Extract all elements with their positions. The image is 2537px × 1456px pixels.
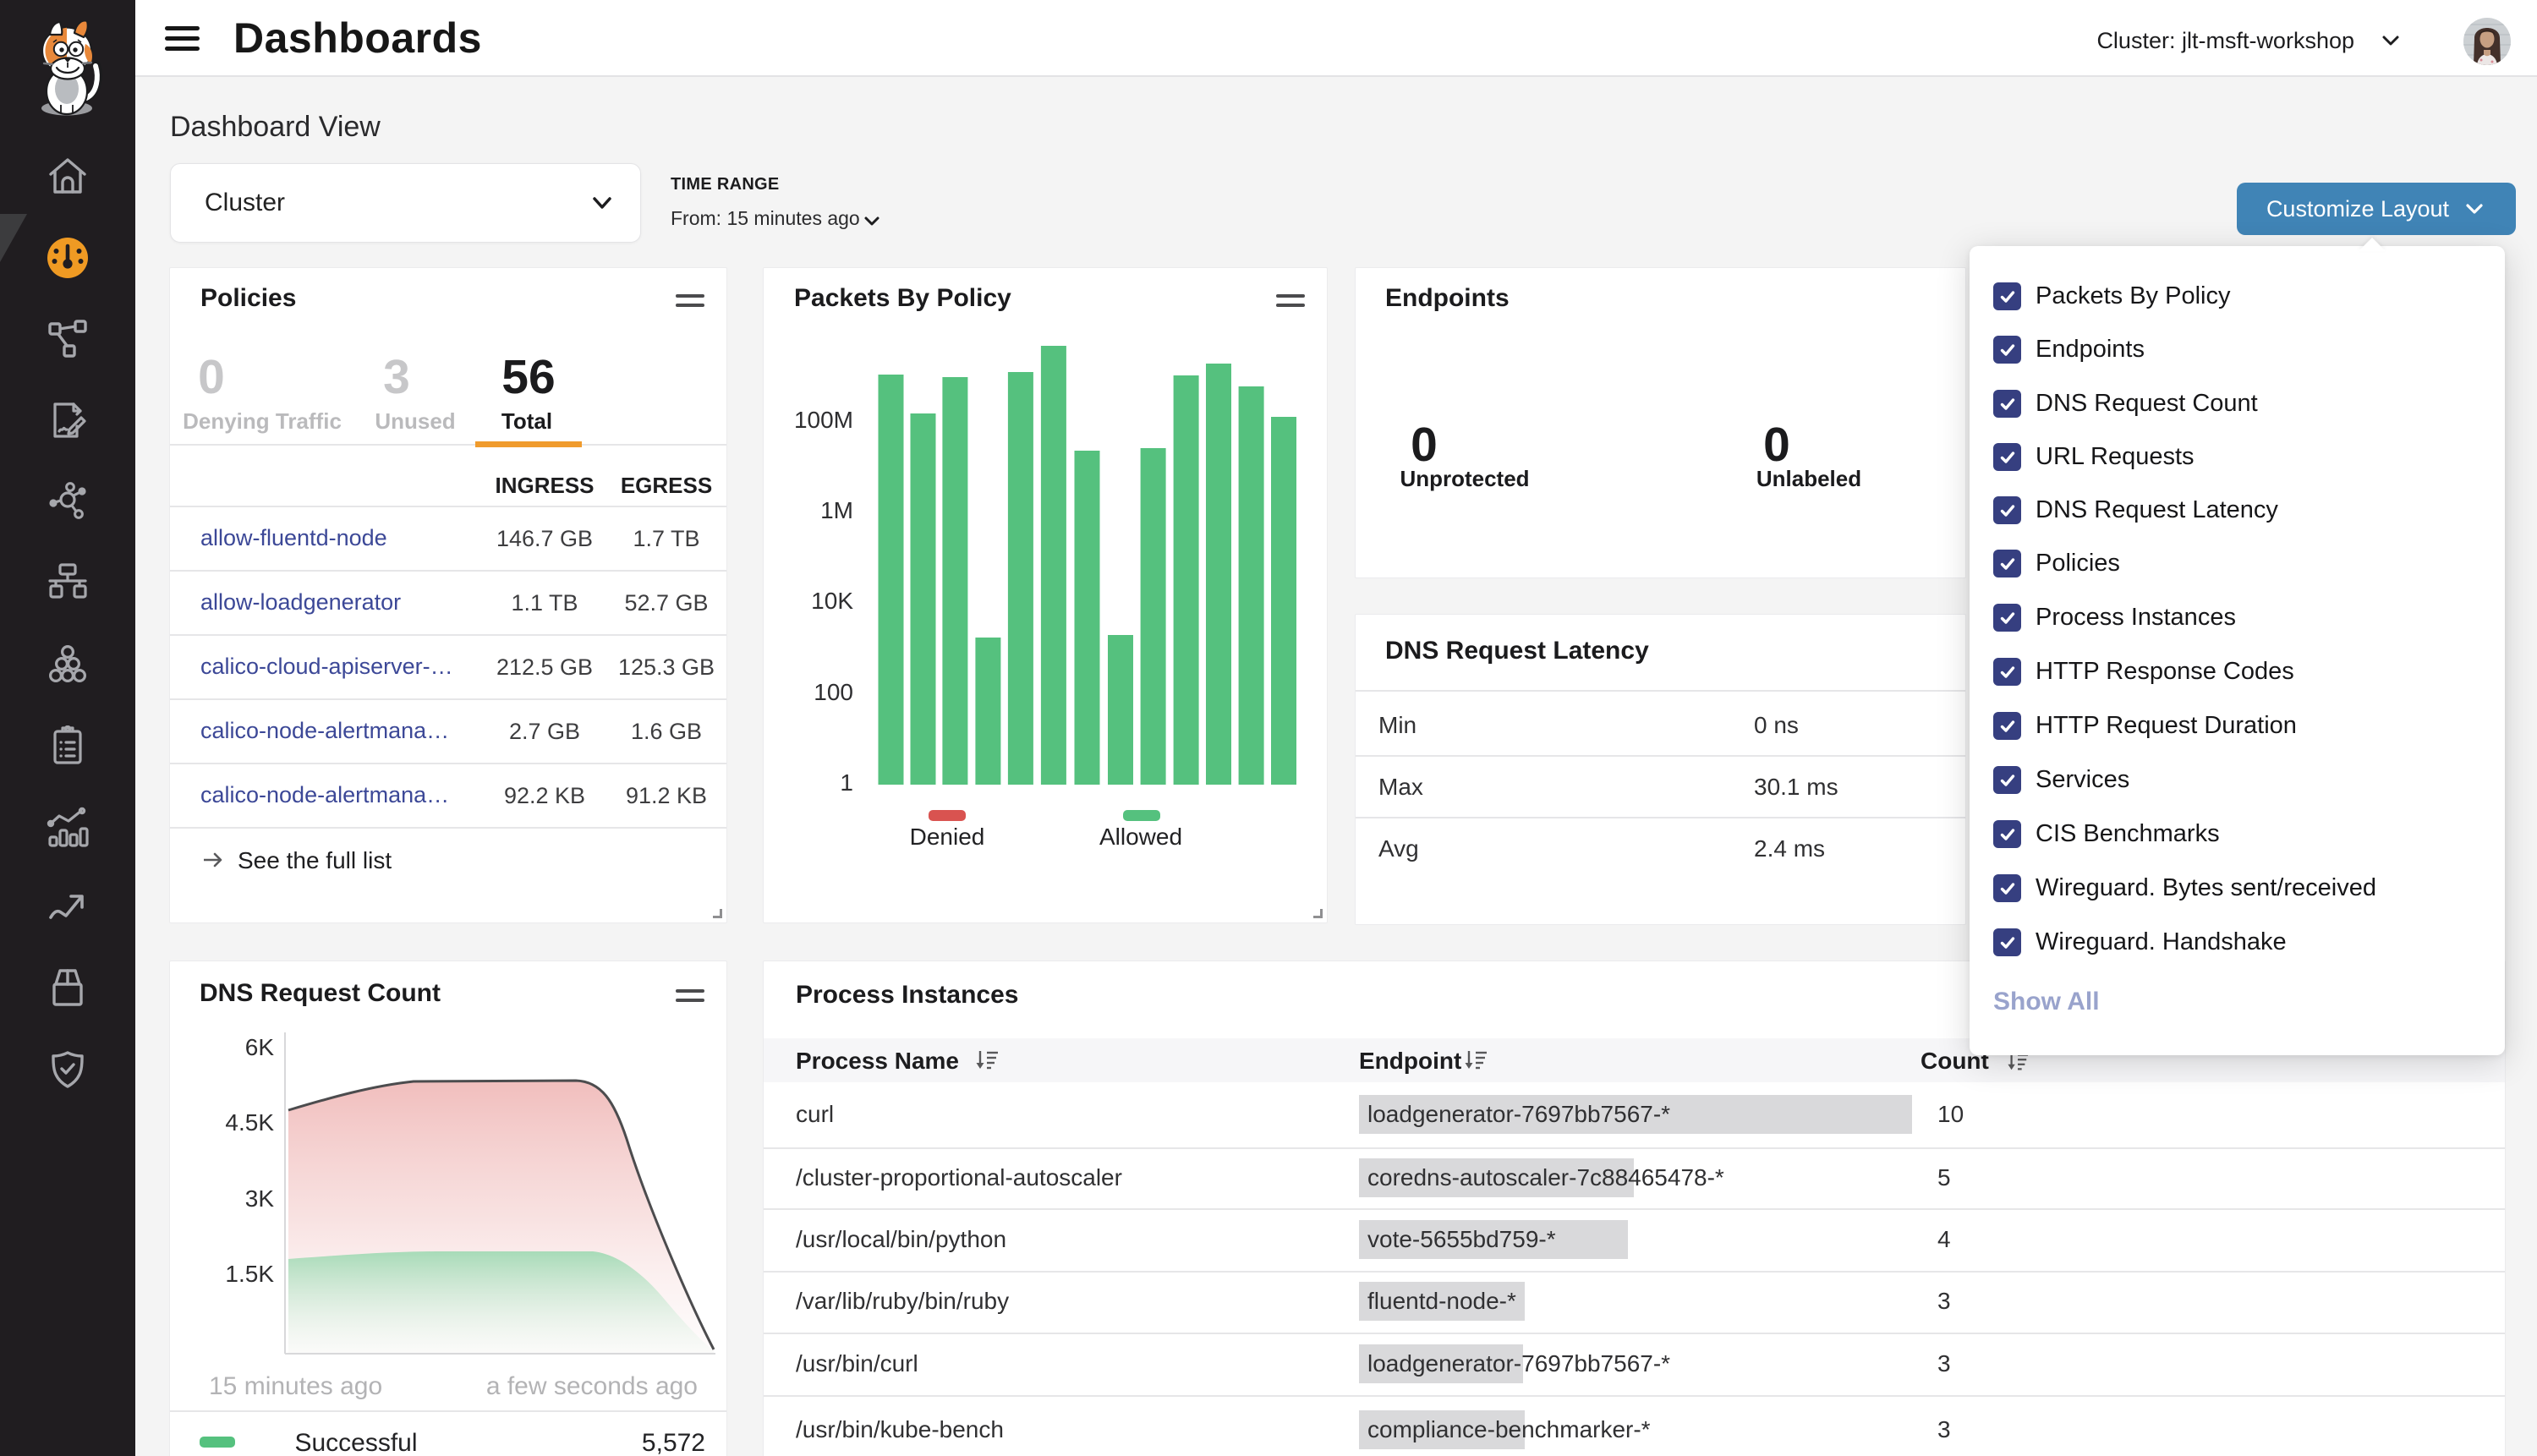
- svg-text:6K: 6K: [245, 1034, 275, 1060]
- svg-text:100M: 100M: [794, 407, 853, 433]
- svg-text:15 minutes ago: 15 minutes ago: [209, 1372, 382, 1400]
- svg-text:1.5K: 1.5K: [225, 1261, 274, 1287]
- svg-text:a few seconds ago: a few seconds ago: [486, 1372, 698, 1400]
- svg-text:Allowed: Allowed: [1099, 824, 1182, 850]
- svg-text:1M: 1M: [820, 497, 853, 523]
- svg-text:Denied: Denied: [910, 824, 985, 850]
- svg-text:100: 100: [814, 679, 853, 705]
- svg-text:10K: 10K: [811, 588, 853, 614]
- svg-text:3K: 3K: [245, 1185, 275, 1212]
- svg-text:4.5K: 4.5K: [225, 1109, 274, 1136]
- svg-text:1: 1: [840, 769, 853, 796]
